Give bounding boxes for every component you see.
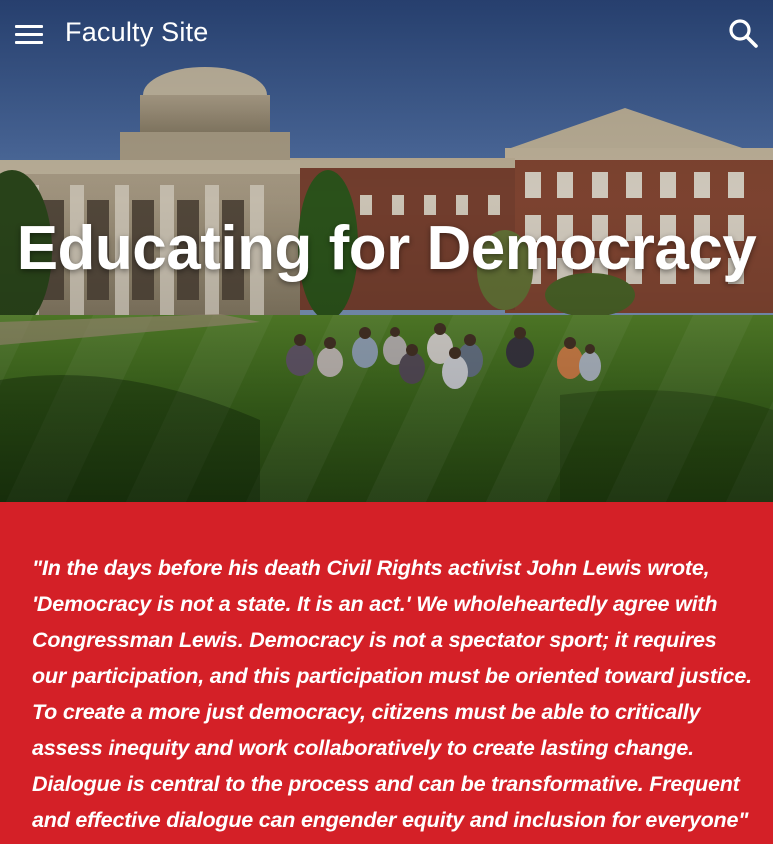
quote-text: "In the days before his death Civil Righ… (32, 556, 752, 832)
menu-bar (15, 41, 43, 44)
search-icon-glyph (729, 19, 758, 48)
menu-bar (15, 33, 43, 36)
site-title-link[interactable]: Faculty Site (65, 17, 208, 48)
hero-banner: Educating for Democracy (0, 0, 773, 502)
menu-bar (15, 25, 43, 28)
page-title: Educating for Democracy (16, 214, 757, 283)
search-icon[interactable] (726, 16, 762, 52)
hamburger-menu-icon[interactable] (12, 18, 46, 50)
page: Educating for Democracy Faculty Site "In… (0, 0, 773, 844)
quote-section: "In the days before his death Civil Righ… (0, 502, 773, 844)
site-header: Faculty Site (0, 0, 773, 68)
